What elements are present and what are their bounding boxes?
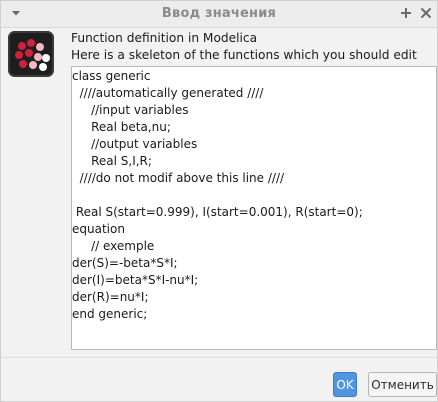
code-line: end generic;: [72, 307, 148, 321]
button-area-divider: [1, 357, 437, 358]
code-line: Real beta,nu;: [72, 120, 171, 134]
code-line: ////automatically generated ////: [72, 86, 264, 100]
code-line: class generic: [72, 69, 151, 83]
cancel-button[interactable]: Отменить: [368, 372, 437, 397]
dialog-heading: Function definition in Modelica: [71, 31, 258, 45]
code-line: // exemple: [72, 239, 155, 253]
code-line: equation: [72, 222, 125, 236]
scilab-logo-icon: [8, 31, 54, 77]
code-line: der(I)=beta*S*I-nu*I;: [72, 273, 199, 287]
dialog-subheading: Here is a skeleton of the functions whic…: [71, 48, 417, 62]
title-bar: Ввод значения: [1, 1, 437, 28]
dialog-window: Ввод значения Function definition in Mod…: [0, 0, 438, 402]
close-icon[interactable]: [420, 7, 432, 19]
code-editor[interactable]: class generic ////automatically generate…: [71, 66, 437, 350]
code-line: Real S(start=0.999), I(start=0.001), R(s…: [72, 205, 363, 219]
code-line: ////do not modif above this line ////: [72, 171, 285, 185]
ok-button[interactable]: OK: [333, 372, 357, 397]
code-line: //output variables: [72, 137, 198, 151]
plus-icon[interactable]: [400, 7, 412, 19]
code-line: der(S)=-beta*S*I;: [72, 256, 178, 270]
window-title: Ввод значения: [161, 6, 277, 21]
code-line: Real S,I,R;: [72, 154, 152, 168]
code-line: //input variables: [72, 103, 189, 117]
code-line: der(R)=nu*I;: [72, 290, 149, 304]
